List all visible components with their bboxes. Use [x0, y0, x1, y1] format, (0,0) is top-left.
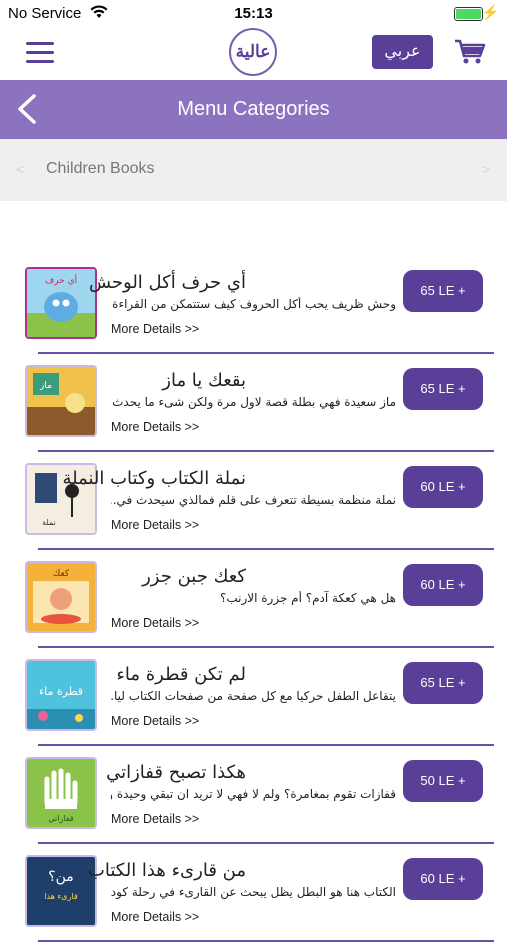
category-tab-children-books[interactable]: Children Books: [46, 160, 155, 178]
book-description: قفازات تقوم بمغامرة؟ ولم لا فهي لا تريد …: [111, 787, 396, 801]
svg-text:نملة: نملة: [42, 518, 56, 527]
more-details-link[interactable]: More Details >>: [111, 420, 199, 434]
clock: 15:13: [234, 5, 273, 22]
list-item: نملة نملة الكتاب وكتاب النملة نملة منظمة…: [0, 458, 507, 556]
book-description: هل هي كعكة آدم؟ أم جزرة الارنب؟: [219, 591, 396, 605]
book-description: نملة منظمة بسيطة تتعرف على قلم فمالذي سي…: [111, 493, 396, 507]
battery-icon: [454, 7, 483, 21]
list-item: ماز بقعك يا ماز ماز سعيدة فهي بطلة قصة ل…: [0, 360, 507, 458]
list-item: أي حرف أي حرف أكل الوحش وحش ظريف يحب أكل…: [0, 262, 507, 360]
book-title: هكذا تصبح قفازاتي: [106, 762, 246, 783]
list-item: من؟ قارىء هذا من قارىء هذا الكتاب الكتاب…: [0, 850, 507, 948]
divider: [38, 940, 494, 942]
book-title: أي حرف أكل الوحش: [88, 272, 246, 293]
divider: [38, 646, 494, 648]
add-to-cart-button[interactable]: 60 LE +: [403, 564, 483, 606]
more-details-link[interactable]: More Details >>: [111, 714, 199, 728]
more-details-link[interactable]: More Details >>: [111, 518, 199, 532]
hamburger-icon[interactable]: [26, 42, 54, 64]
cart-icon[interactable]: [454, 38, 486, 66]
status-bar: No Service 15:13 ⚡: [0, 0, 507, 28]
divider: [38, 744, 494, 746]
add-to-cart-button[interactable]: 65 LE +: [403, 270, 483, 312]
add-to-cart-button[interactable]: 65 LE +: [403, 662, 483, 704]
book-list: أي حرف أي حرف أكل الوحش وحش ظريف يحب أكل…: [0, 262, 507, 948]
page-title: Menu Categories: [177, 98, 330, 120]
more-details-link[interactable]: More Details >>: [111, 322, 199, 336]
list-item: قطرة ماء لم تكن قطرة ماء يتفاعل الطفل حر…: [0, 654, 507, 752]
list-item: قفازاتي هكذا تصبح قفازاتي قفازات تقوم بم…: [0, 752, 507, 850]
svg-text:قفازاتي: قفازاتي: [48, 814, 73, 823]
top-bar: عالية عربي: [0, 28, 507, 80]
list-item: كعك كعك جبن جزر هل هي كعكة آدم؟ أم جزرة …: [0, 556, 507, 654]
charging-icon: ⚡: [481, 4, 499, 20]
book-description: وحش ظريف يحب أكل الحروف كيف ستتمكن من ال…: [111, 297, 396, 311]
title-bar: Menu Categories: [0, 80, 507, 139]
more-details-link[interactable]: More Details >>: [111, 910, 199, 924]
language-button[interactable]: عربي: [372, 35, 433, 69]
divider: [38, 352, 494, 354]
app-logo: عالية: [229, 28, 277, 76]
book-title: نملة الكتاب وكتاب النملة: [62, 468, 246, 489]
book-description: ماز سعيدة فهي بطلة قصة لاول مرة ولكن شىء…: [111, 395, 396, 409]
category-prev-arrow[interactable]: <: [16, 161, 24, 177]
divider: [38, 548, 494, 550]
add-to-cart-button[interactable]: 50 LE +: [403, 760, 483, 802]
svg-text:قطرة ماء: قطرة ماء: [39, 685, 83, 698]
book-title: بقعك يا ماز: [162, 370, 246, 391]
divider: [38, 842, 494, 844]
book-title: لم تكن قطرة ماء: [116, 664, 246, 685]
category-bar: < Children Books >: [0, 139, 507, 201]
add-to-cart-button[interactable]: 65 LE +: [403, 368, 483, 410]
more-details-link[interactable]: More Details >>: [111, 812, 199, 826]
divider: [38, 450, 494, 452]
add-to-cart-button[interactable]: 60 LE +: [403, 466, 483, 508]
add-to-cart-button[interactable]: 60 LE +: [403, 858, 483, 900]
category-next-arrow[interactable]: >: [482, 161, 490, 177]
book-description: الكتاب هنا هو البطل يظل يبحث عن القارىء …: [111, 885, 396, 899]
book-title: كعك جبن جزر: [142, 566, 246, 587]
book-description: يتفاعل الطفل حركيا مع كل صفحة من صفحات ا…: [111, 689, 396, 703]
book-title: من قارىء هذا الكتاب: [87, 860, 246, 881]
more-details-link[interactable]: More Details >>: [111, 616, 199, 630]
